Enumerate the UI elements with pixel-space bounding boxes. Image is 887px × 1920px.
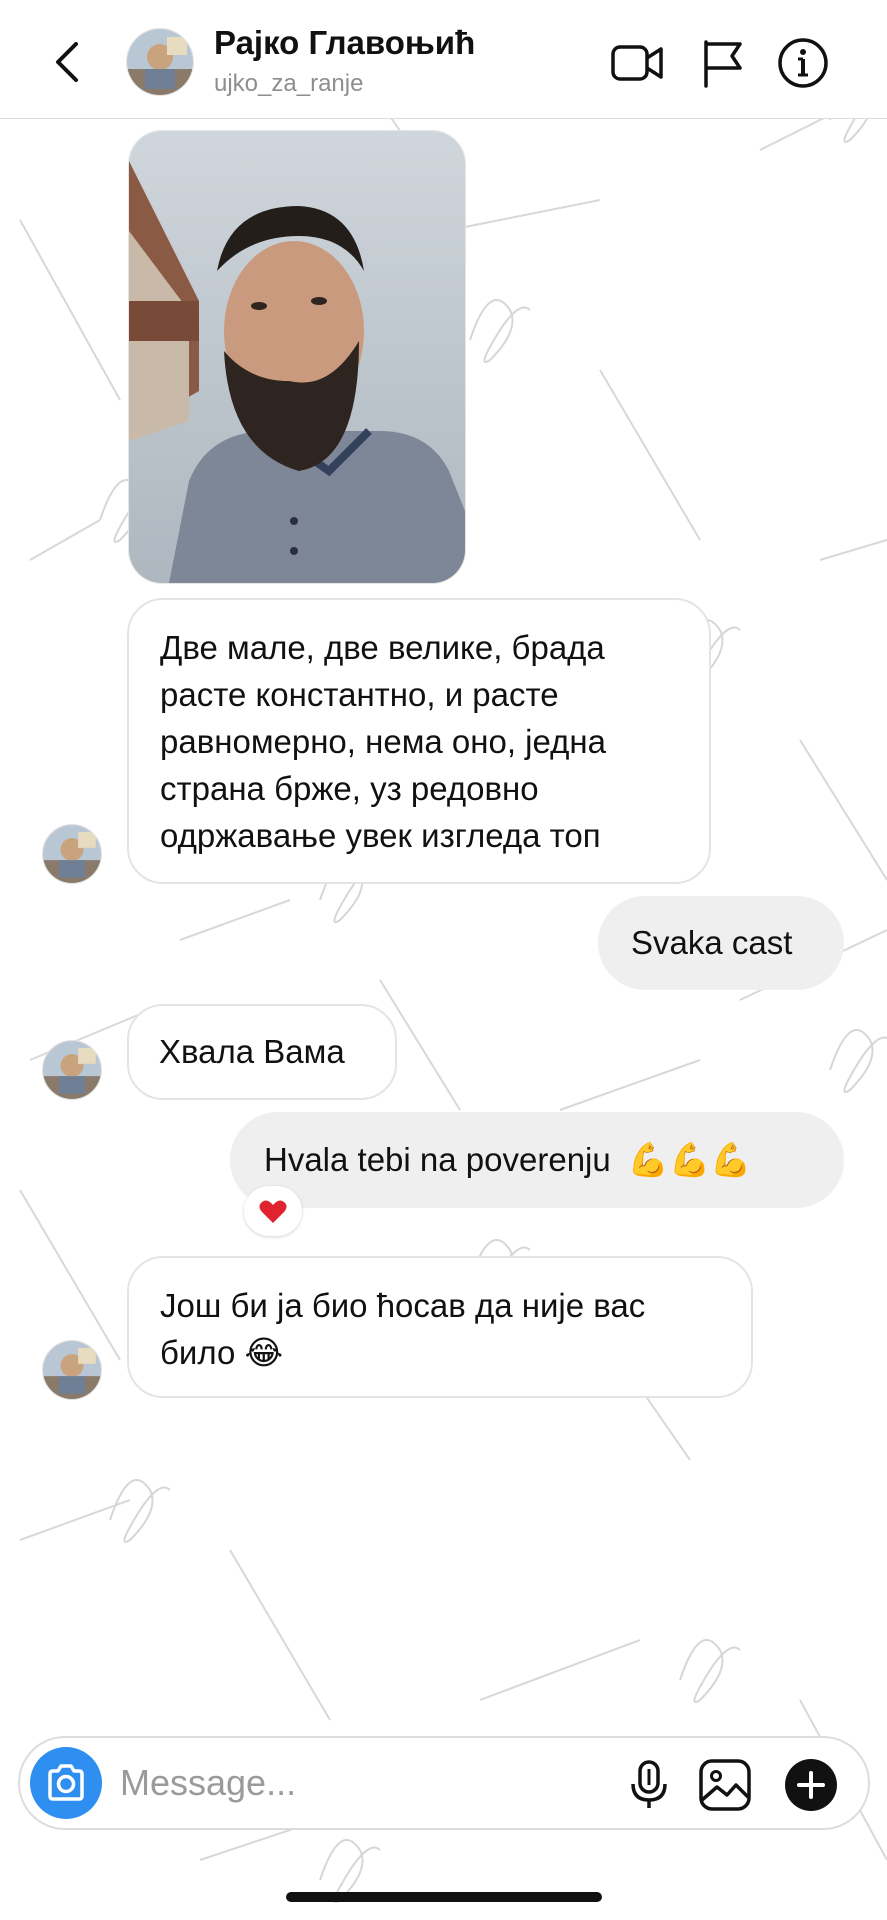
gallery-button[interactable]: [698, 1758, 752, 1812]
message-text: Svaka cast: [631, 924, 793, 961]
contact-name[interactable]: Рајко Главоњић: [214, 24, 475, 62]
more-options-button[interactable]: [784, 1758, 838, 1812]
voice-message-button[interactable]: [622, 1758, 676, 1812]
message-bubble-outgoing[interactable]: Svaka cast: [598, 896, 844, 990]
heart-icon: [259, 1200, 287, 1223]
tears-of-joy-emoji: 😂: [244, 1334, 284, 1371]
report-button[interactable]: [696, 36, 750, 90]
message-reaction[interactable]: [244, 1186, 302, 1236]
message-bubble-incoming[interactable]: Још би ја био ћосав да није вас било 😂: [127, 1256, 753, 1398]
photo-message[interactable]: [128, 130, 466, 584]
video-icon: [611, 45, 663, 81]
home-indicator[interactable]: [286, 1892, 602, 1902]
gallery-icon: [699, 1759, 751, 1811]
flag-icon: [704, 40, 742, 88]
info-button[interactable]: [776, 36, 830, 90]
avatar-image: [43, 1041, 101, 1099]
chat-header: Рајко Главоњић ujko_za_ranje: [0, 0, 887, 119]
message-text: Две мале, две велике, брада расте конста…: [160, 629, 606, 854]
message-text: Још би ја био ћосав да није вас било: [160, 1287, 646, 1371]
contact-username: ujko_za_ranje: [214, 70, 364, 97]
plus-icon: [785, 1759, 837, 1811]
selfie-photo: [129, 131, 465, 583]
avatar-image: [127, 29, 193, 95]
sender-avatar[interactable]: [42, 824, 102, 884]
back-button[interactable]: [48, 36, 88, 88]
message-input[interactable]: [120, 1756, 520, 1810]
video-call-button[interactable]: [610, 36, 664, 90]
camera-button[interactable]: [30, 1747, 102, 1819]
message-text: Хвала Вама: [159, 1033, 345, 1070]
sender-avatar[interactable]: [42, 1040, 102, 1100]
avatar-image: [43, 825, 101, 883]
avatar-image: [43, 1341, 101, 1399]
info-icon: [778, 38, 828, 88]
flexed-biceps-emoji: 💪💪💪: [627, 1141, 752, 1178]
microphone-icon: [631, 1760, 667, 1808]
message-bubble-incoming[interactable]: Две мале, две велике, брада расте конста…: [127, 598, 711, 884]
camera-icon: [48, 1764, 84, 1801]
message-bubble-incoming[interactable]: Хвала Вама: [127, 1004, 397, 1100]
sender-avatar[interactable]: [42, 1340, 102, 1400]
message-bubble-outgoing[interactable]: Hvala tebi na poverenju 💪💪💪: [230, 1112, 844, 1208]
message-composer: [18, 1736, 870, 1830]
back-chevron-icon: [56, 42, 78, 82]
contact-avatar[interactable]: [126, 28, 194, 96]
message-text: Hvala tebi na poverenju: [264, 1141, 611, 1178]
